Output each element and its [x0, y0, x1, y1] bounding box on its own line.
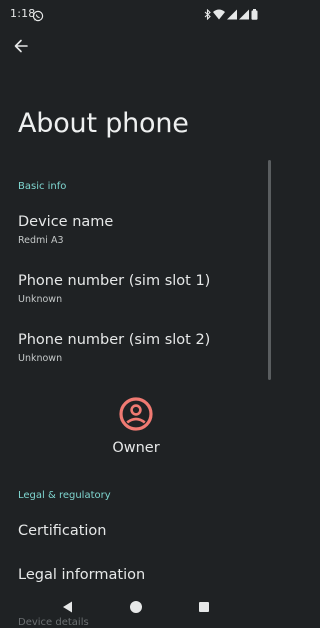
wifi-icon	[213, 5, 225, 24]
status-bar: 1:18	[0, 0, 272, 28]
phone-number-sim2-summary: Unknown	[18, 353, 63, 364]
legal-information-title: Legal information	[18, 567, 146, 583]
navigation-bar	[0, 592, 272, 620]
page-title: About phone	[18, 108, 189, 139]
scrollbar[interactable]	[268, 160, 271, 380]
status-icons	[204, 8, 258, 20]
device-name-item[interactable]: Device name Redmi A3	[0, 205, 262, 257]
bluetooth-icon	[204, 5, 211, 24]
account-circle-icon	[119, 397, 153, 431]
whatsapp-icon	[32, 7, 44, 22]
owner-label: Owner	[112, 440, 160, 456]
phone-number-sim1-item[interactable]: Phone number (sim slot 1) Unknown	[0, 264, 262, 316]
triangle-back-icon[interactable]	[60, 599, 76, 615]
phone-number-sim2-title: Phone number (sim slot 2)	[18, 332, 211, 348]
section-header-basic-info: Basic info	[18, 181, 67, 192]
certification-item[interactable]: Certification	[0, 512, 262, 552]
section-header-legal: Legal & regulatory	[18, 490, 111, 501]
legal-information-item[interactable]: Legal information	[0, 557, 262, 593]
certification-title: Certification	[18, 523, 107, 539]
signal-icon	[239, 5, 249, 24]
signal-icon	[227, 5, 237, 24]
phone-number-sim1-summary: Unknown	[18, 294, 63, 305]
owner-item[interactable]: Owner	[0, 392, 272, 464]
battery-icon	[251, 5, 258, 24]
arrow-left-icon	[14, 38, 28, 57]
square-recents-icon[interactable]	[196, 599, 212, 615]
circle-home-icon[interactable]	[128, 599, 144, 615]
back-button[interactable]	[8, 34, 34, 60]
device-name-summary: Redmi A3	[18, 235, 64, 246]
device-name-title: Device name	[18, 214, 114, 230]
phone-number-sim1-title: Phone number (sim slot 1)	[18, 273, 211, 289]
phone-number-sim2-item[interactable]: Phone number (sim slot 2) Unknown	[0, 323, 262, 375]
